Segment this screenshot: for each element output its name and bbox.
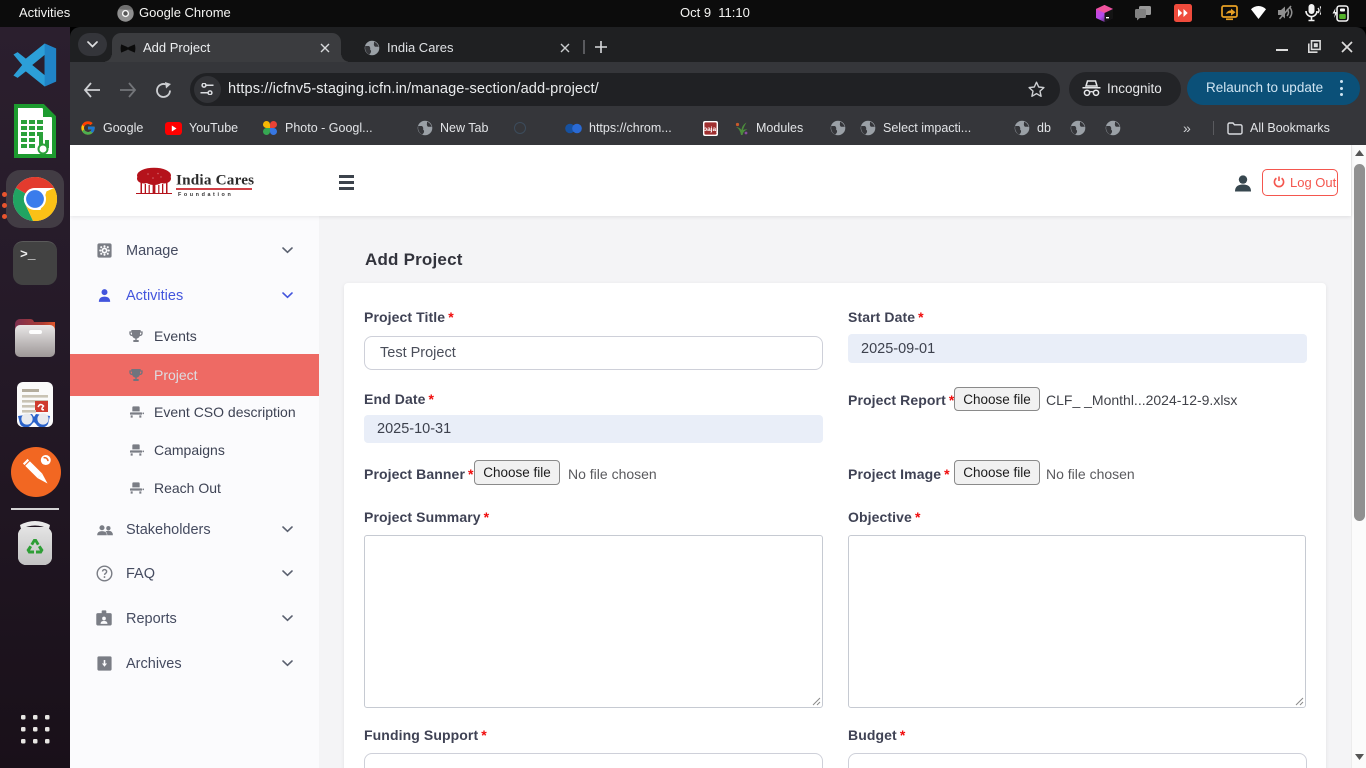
svg-text:Foundation: Foundation (178, 192, 233, 197)
svg-text:bajaj: bajaj (703, 126, 718, 133)
svg-text:India Cares: India Cares (176, 172, 254, 189)
